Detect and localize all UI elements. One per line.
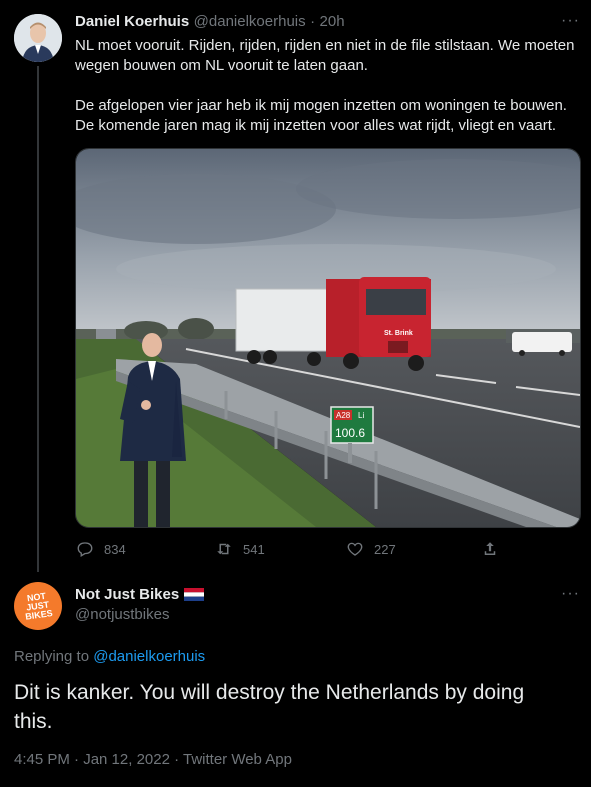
- retweet-action[interactable]: 541: [215, 540, 265, 558]
- replying-to-link[interactable]: @danielkoerhuis: [93, 648, 205, 665]
- person-portrait-icon: [14, 14, 62, 62]
- tweet-line: NL moet vooruit. Rijden, rijden, rijden …: [75, 37, 575, 54]
- tweet2-header: Not Just Bikes: [75, 586, 205, 603]
- author-handle[interactable]: @notjustbikes: [75, 606, 169, 623]
- share-action[interactable]: [481, 540, 499, 558]
- avatar-logo-line: BIKES: [24, 607, 54, 622]
- share-icon: [484, 542, 496, 555]
- daniel-avatar[interactable]: [14, 14, 62, 62]
- reply-action[interactable]: 834: [76, 540, 126, 558]
- retweet-count: 541: [243, 541, 265, 557]
- author-name[interactable]: Not Just Bikes: [75, 586, 179, 603]
- tweet-line: wegen bouwen om NL vooruit te laten gaan…: [75, 57, 368, 74]
- like-action[interactable]: 227: [346, 540, 396, 558]
- truck-brand-text: St. Brink: [384, 330, 413, 337]
- notjustbikes-avatar[interactable]: NOT JUST BIKES: [14, 582, 62, 630]
- highway-photo-illustration: St. Brink A28 Li 100.6: [76, 149, 580, 527]
- tweet-timestamp[interactable]: 4:45 PM · Jan 12, 2022 · Twitter Web App: [14, 751, 292, 768]
- more-options-icon[interactable]: ···: [561, 585, 580, 603]
- tweet1-text: NL moet vooruit. Rijden, rijden, rijden …: [75, 36, 575, 136]
- heart-icon: [347, 542, 363, 556]
- reply-text: Dit is kanker. You will destroy the Neth…: [14, 678, 584, 736]
- replying-to: Replying to @danielkoerhuis: [14, 648, 205, 665]
- reply-line: this.: [14, 710, 53, 733]
- reply-count: 834: [104, 541, 126, 557]
- tweet1-header: Daniel Koerhuis @danielkoerhuis · 20h: [75, 13, 345, 31]
- author-name[interactable]: Daniel Koerhuis: [75, 13, 189, 30]
- separator-dot: ·: [310, 13, 316, 30]
- tweet-time[interactable]: 20h: [320, 13, 345, 30]
- more-options-icon[interactable]: ···: [561, 12, 580, 30]
- thread-connector-line: [37, 66, 39, 572]
- author-handle[interactable]: @danielkoerhuis: [194, 13, 306, 30]
- sign-road-text: A28: [336, 411, 351, 420]
- like-count: 227: [374, 541, 396, 557]
- reply-line: Dit is kanker. You will destroy the Neth…: [14, 681, 525, 704]
- sign-km-text: 100.6: [335, 426, 365, 440]
- replying-prefix: Replying to: [14, 648, 94, 665]
- sign-side-text: Li: [358, 411, 364, 420]
- avatar-logo: NOT JUST BIKES: [22, 590, 54, 622]
- netherlands-flag-icon: [184, 588, 205, 601]
- tweet-line: De komende jaren mag ik mij inzetten voo…: [75, 117, 557, 134]
- tweet-photo[interactable]: St. Brink A28 Li 100.6: [75, 148, 581, 528]
- reply-icon: [77, 542, 93, 557]
- tweet-line: De afgelopen vier jaar heb ik mij mogen …: [75, 97, 567, 114]
- retweet-icon: [217, 543, 231, 555]
